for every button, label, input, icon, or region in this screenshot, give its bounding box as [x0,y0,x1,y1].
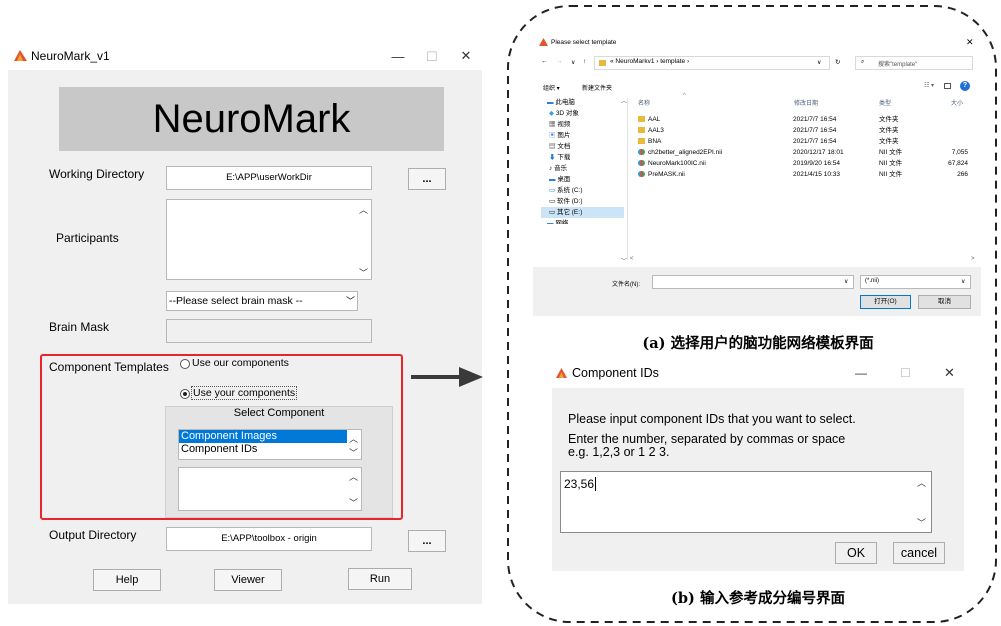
table-row[interactable]: AAL3 2021/7/7 16:54 文件夹 [638,125,968,136]
navigation-pane: ▬ 此电脑 ◆ 3D 对象 ▦ 视频 ▣ 图片 ▤ 文档 ⬇ 下载 ♪ 音乐 ▬… [541,97,624,263]
chevron-down-icon[interactable]: ∨ [844,278,848,285]
refresh-icon[interactable]: ↻ [835,58,840,66]
ids-hint-line1: Enter the number, separated by commas or… [568,432,846,446]
nii-file-icon [638,171,645,177]
sidebar-item-this-pc[interactable]: ▬ 此电脑 [541,97,624,108]
ids-prompt: Please input component IDs that you want… [568,412,856,426]
table-row[interactable]: PreMASK.nii 2021/4/15 10:33 NII 文件 266 [638,169,968,180]
chevron-down-icon[interactable]: ∨ [817,59,821,66]
organize-menu[interactable]: 组织 ▾ [543,83,560,92]
column-type[interactable]: 类型 [879,98,891,107]
ids-close-button[interactable]: ✕ [944,365,955,381]
sidebar-item-drive-c[interactable]: ▭ 系统 (C:) [541,185,624,196]
sidebar-item-pictures[interactable]: ▣ 图片 [541,130,624,141]
ok-button[interactable]: OK [835,542,877,564]
sidebar-item-downloads[interactable]: ⬇ 下载 [541,152,624,163]
sidebar-item-drive-d[interactable]: ▭ 软件 (D:) [541,196,624,207]
sidebar-item-music[interactable]: ♪ 音乐 [541,163,624,174]
sidebar-item-drive-e[interactable]: ▭ 其它 (E:) [541,207,624,218]
chevron-up-icon[interactable]: ︿ [917,476,926,489]
search-icon: ⌕ [861,59,865,65]
folder-icon [638,116,645,122]
column-name[interactable]: 名称 [638,98,650,107]
forward-button[interactable]: → [556,58,563,65]
sidebar-item-3d[interactable]: ◆ 3D 对象 [541,108,624,119]
open-button[interactable]: 打开(O) [860,295,911,309]
caption-b: (b) 输入参考成分编号界面 [671,590,845,607]
chevron-right-icon[interactable]: > [971,256,975,262]
chevron-left-icon[interactable]: < [630,256,634,262]
up-button[interactable]: ↑ [583,58,586,65]
ids-cancel-button[interactable]: cancel [893,542,945,564]
table-row[interactable]: NeuroMark100IC.nii 2019/9/20 16:54 NII 文件 6… [638,158,968,169]
file-type-filter-value: (*.nii) [865,278,880,284]
pane-divider [627,98,628,260]
ids-maximize-button[interactable]: ☐ [900,366,911,380]
search-input[interactable]: 搜索"template" [878,59,917,68]
chevron-down-icon[interactable]: ﹀ [917,516,926,529]
preview-pane-icon[interactable] [944,83,951,89]
sort-icon: ^ [683,93,686,99]
nii-file-icon [638,160,645,166]
sidebar-item-documents[interactable]: ▤ 文档 [541,141,624,152]
file-list: AAL 2021/7/7 16:54 文件夹 AAL3 2021/7/7 16:54 文… [638,114,968,180]
table-row[interactable]: AAL 2021/7/7 16:54 文件夹 [638,114,968,125]
matlab-icon [539,38,548,46]
ids-minimize-button[interactable]: — [855,366,867,380]
sidebar-item-desktop[interactable]: ▬ 桌面 [541,174,624,185]
column-date[interactable]: 修改日期 [794,98,818,107]
recent-locations-button[interactable]: ∨ [571,59,575,66]
folder-icon [638,127,645,133]
ids-hint-line2: e.g. 1,2,3 or 1 2 3. [568,445,670,459]
chevron-down-icon[interactable]: ∨ [961,278,965,285]
table-row[interactable]: BNA 2021/7/7 16:54 文件夹 [638,136,968,147]
filename-input[interactable] [652,275,854,289]
new-folder-button[interactable]: 新建文件夹 [582,83,612,92]
sidebar-item-network[interactable]: ▬ 网络 [541,218,624,224]
file-dialog-close-button[interactable]: ✕ [966,37,974,48]
file-dialog-title: Please select template [551,39,617,46]
column-size[interactable]: 大小 [951,98,963,107]
matlab-icon [556,368,567,378]
folder-icon [638,138,645,144]
view-options-icon[interactable]: ☷ ▾ [924,82,934,89]
filename-label: 文件名(N): [612,282,640,288]
back-button[interactable]: ← [541,58,548,65]
caption-a: (a) 选择用户的脑功能网络模板界面 [642,335,874,352]
sidebar-item-video[interactable]: ▦ 视频 [541,119,624,130]
nii-file-icon [638,149,645,155]
breadcrumb[interactable]: « NeuroMarkv1 › template › [610,58,689,65]
folder-icon [599,60,606,66]
file-dialog-cancel-button[interactable]: 取消 [918,295,971,309]
ids-input[interactable]: 23,56 [560,471,932,533]
ids-dialog-title: Component IDs [572,366,659,380]
table-row[interactable]: ch2better_aligned2EPI.nii 2020/12/17 18:0… [638,147,968,158]
help-icon[interactable]: ? [960,81,970,91]
